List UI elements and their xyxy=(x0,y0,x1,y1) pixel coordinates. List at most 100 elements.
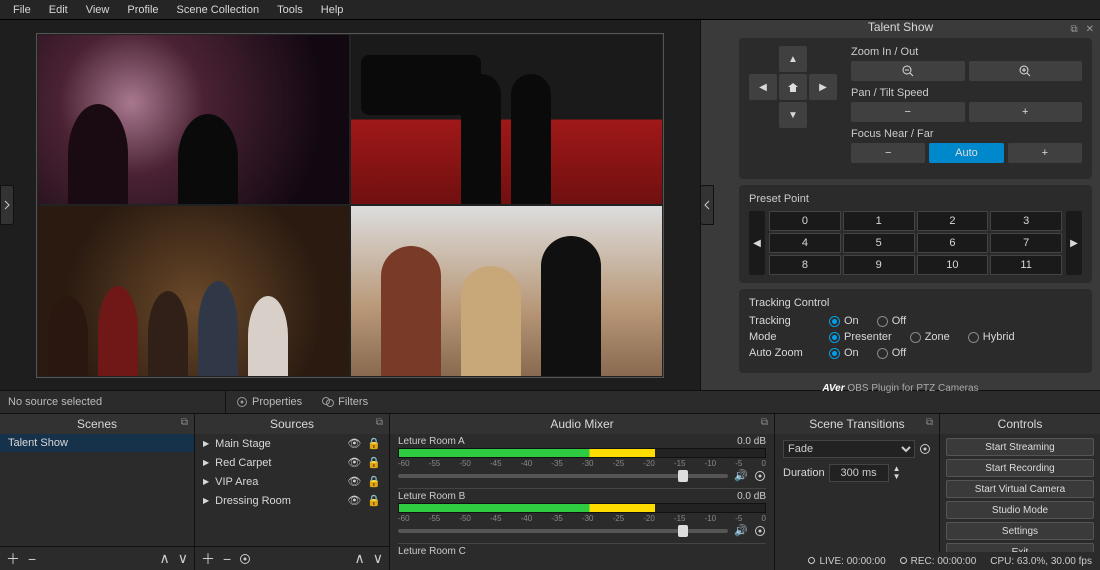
tracking-off-radio[interactable]: Off xyxy=(877,315,906,327)
source-item[interactable]: ▶Red Carpet👁🔒 xyxy=(195,453,389,472)
preset-1[interactable]: 1 xyxy=(843,211,915,231)
ptz-down-button[interactable]: ▼ xyxy=(779,102,807,128)
menu-file[interactable]: File xyxy=(4,4,40,16)
menu-scene-collection[interactable]: Scene Collection xyxy=(168,4,269,16)
preset-4[interactable]: 4 xyxy=(769,233,841,253)
undock-icon[interactable]: ⧉ xyxy=(926,417,933,428)
ptz-home-button[interactable] xyxy=(779,74,807,100)
autozoom-on-radio[interactable]: On xyxy=(829,347,859,359)
source-settings-button[interactable] xyxy=(239,553,251,565)
preset-6[interactable]: 6 xyxy=(917,233,989,253)
undock-icon[interactable]: ⧉ xyxy=(376,417,383,428)
audio-mixer-panel: Audio Mixer⧉ Leture Room A0.0 dB -60-55-… xyxy=(390,414,775,570)
mode-zone-radio[interactable]: Zone xyxy=(910,331,950,343)
source-item[interactable]: ▶Dressing Room👁🔒 xyxy=(195,491,389,510)
scene-up-button[interactable]: ∧ xyxy=(160,550,170,567)
zoom-label: Zoom In / Out xyxy=(851,46,1082,58)
add-source-button[interactable]: ＋ xyxy=(201,549,215,569)
ptz-up-button[interactable]: ▲ xyxy=(779,46,807,72)
start-recording-button[interactable]: Start Recording xyxy=(946,459,1094,477)
ptz-right-button[interactable]: ▶ xyxy=(809,74,837,100)
scene-down-button[interactable]: ∨ xyxy=(178,550,188,567)
preset-0[interactable]: 0 xyxy=(769,211,841,231)
add-scene-button[interactable]: ＋ xyxy=(6,549,20,569)
preset-11[interactable]: 11 xyxy=(990,255,1062,275)
remove-scene-button[interactable]: − xyxy=(28,551,36,567)
zoom-in-button[interactable] xyxy=(969,61,1083,81)
eye-icon[interactable]: 👁 xyxy=(347,437,361,450)
lock-icon[interactable]: 🔒 xyxy=(367,456,381,469)
preset-2[interactable]: 2 xyxy=(917,211,989,231)
menu-tools[interactable]: Tools xyxy=(268,4,312,16)
speaker-icon[interactable]: 🔊 xyxy=(734,469,748,482)
mode-hybrid-radio[interactable]: Hybrid xyxy=(968,331,1015,343)
preview-canvas[interactable] xyxy=(36,33,664,378)
left-dock-toggle[interactable] xyxy=(0,185,14,225)
play-icon: ▶ xyxy=(203,458,209,467)
speed-down-button[interactable]: − xyxy=(851,102,965,122)
preset-3[interactable]: 3 xyxy=(990,211,1062,231)
menu-help[interactable]: Help xyxy=(312,4,353,16)
studio-mode-button[interactable]: Studio Mode xyxy=(946,501,1094,519)
eye-icon[interactable]: 👁 xyxy=(347,456,361,469)
ptz-left-button[interactable]: ◀ xyxy=(749,74,777,100)
volume-slider[interactable] xyxy=(398,529,728,533)
filters-button[interactable]: Filters xyxy=(312,391,378,413)
chevron-left-icon xyxy=(704,200,710,210)
menu-profile[interactable]: Profile xyxy=(118,4,167,16)
menu-view[interactable]: View xyxy=(77,4,119,16)
zoom-out-button[interactable] xyxy=(851,61,965,81)
focus-far-button[interactable]: + xyxy=(1008,143,1082,163)
speaker-icon[interactable]: 🔊 xyxy=(734,524,748,537)
source-item[interactable]: ▶Main Stage👁🔒 xyxy=(195,434,389,453)
live-dot-icon xyxy=(808,557,815,564)
preset-prev-button[interactable]: ◀ xyxy=(749,211,765,275)
preset-8[interactable]: 8 xyxy=(769,255,841,275)
focus-near-button[interactable]: − xyxy=(851,143,925,163)
autozoom-off-radio[interactable]: Off xyxy=(877,347,906,359)
preset-10[interactable]: 10 xyxy=(917,255,989,275)
remove-source-button[interactable]: − xyxy=(223,551,231,567)
eye-icon[interactable]: 👁 xyxy=(347,475,361,488)
focus-label: Focus Near / Far xyxy=(851,128,1082,140)
settings-button[interactable]: Settings xyxy=(946,522,1094,540)
undock-icon[interactable]: ⧉ xyxy=(1070,24,1077,35)
tracking-control-box: Tracking Control Tracking On Off Mode Pr… xyxy=(739,289,1092,373)
undock-icon[interactable]: ⧉ xyxy=(761,417,768,428)
duration-input[interactable] xyxy=(829,464,889,482)
menu-edit[interactable]: Edit xyxy=(40,4,77,16)
source-down-button[interactable]: ∨ xyxy=(373,550,383,567)
transition-settings-button[interactable] xyxy=(919,443,931,455)
preset-5[interactable]: 5 xyxy=(843,233,915,253)
preset-point-box: Preset Point ◀ 0 1 2 3 4 5 6 7 8 9 10 11 xyxy=(739,185,1092,283)
source-item[interactable]: ▶VIP Area👁🔒 xyxy=(195,472,389,491)
mode-presenter-radio[interactable]: Presenter xyxy=(829,331,892,343)
preset-9[interactable]: 9 xyxy=(843,255,915,275)
lock-icon[interactable]: 🔒 xyxy=(367,494,381,507)
preset-next-button[interactable]: ▶ xyxy=(1066,211,1082,275)
channel-settings-button[interactable] xyxy=(754,525,766,537)
source-up-button[interactable]: ∧ xyxy=(355,550,365,567)
start-virtual-camera-button[interactable]: Start Virtual Camera xyxy=(946,480,1094,498)
eye-icon[interactable]: 👁 xyxy=(347,494,361,507)
start-streaming-button[interactable]: Start Streaming xyxy=(946,438,1094,456)
lock-icon[interactable]: 🔒 xyxy=(367,437,381,450)
undock-icon[interactable]: ⧉ xyxy=(181,417,188,428)
focus-auto-button[interactable]: Auto xyxy=(929,143,1003,163)
audio-channel: Leture Room B0.0 dB -60-55-50-45-40-35-3… xyxy=(390,489,774,543)
lock-icon[interactable]: 🔒 xyxy=(367,475,381,488)
right-dock-toggle[interactable] xyxy=(700,185,714,225)
aver-brand: AVer xyxy=(822,383,844,394)
transition-select[interactable]: Fade xyxy=(783,440,915,458)
speed-up-button[interactable]: + xyxy=(969,102,1083,122)
tracking-on-radio[interactable]: On xyxy=(829,315,859,327)
preset-7[interactable]: 7 xyxy=(990,233,1062,253)
volume-slider[interactable] xyxy=(398,474,728,478)
close-icon[interactable]: ✕ xyxy=(1086,24,1094,35)
channel-settings-button[interactable] xyxy=(754,470,766,482)
live-status: LIVE: 00:00:00 xyxy=(808,556,885,567)
duration-stepper[interactable]: ▲▼ xyxy=(893,465,901,481)
zoom-out-icon xyxy=(902,65,914,77)
scene-item[interactable]: Talent Show xyxy=(0,434,194,452)
properties-button[interactable]: Properties xyxy=(226,391,312,413)
